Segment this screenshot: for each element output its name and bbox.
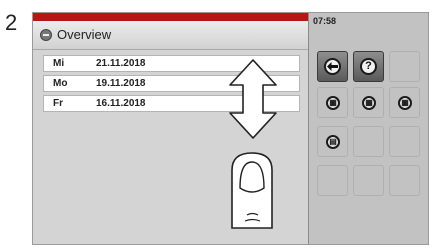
- empty-slot: [389, 126, 420, 157]
- entry-date: 19.11.2018: [96, 78, 146, 89]
- header-accent-bar: [33, 13, 308, 21]
- function-icon: ▤: [326, 135, 340, 149]
- button-panel: 07:58 ? ▦ ▦ ▦ ▤: [308, 13, 428, 244]
- back-button[interactable]: [317, 51, 348, 82]
- function-icon: ▦: [398, 96, 412, 110]
- empty-slot: [389, 165, 420, 196]
- entry-date: 21.11.2018: [96, 58, 146, 69]
- empty-slot: [389, 51, 420, 82]
- step-number: 2: [5, 10, 18, 35]
- list-item[interactable]: Fr 16.11.2018: [43, 95, 300, 112]
- back-arrow-icon: [324, 58, 341, 75]
- list-item[interactable]: Mi 21.11.2018: [43, 55, 300, 72]
- empty-slot: [353, 126, 384, 157]
- function-button-4[interactable]: ▤: [317, 126, 348, 157]
- device-screen: Overview Mi 21.11.2018 Mo 19.11.2018 Fr …: [32, 12, 429, 245]
- empty-slot: [353, 165, 384, 196]
- help-icon: ?: [360, 58, 377, 75]
- entries-list: Mi 21.11.2018 Mo 19.11.2018 Fr 16.11.201…: [43, 55, 300, 115]
- function-button-2[interactable]: ▦: [353, 87, 384, 118]
- function-button-3[interactable]: ▦: [389, 87, 420, 118]
- overview-panel: Overview Mi 21.11.2018 Mo 19.11.2018 Fr …: [33, 13, 308, 244]
- function-icon: ▦: [362, 96, 376, 110]
- help-button[interactable]: ?: [353, 51, 384, 82]
- entry-day: Mo: [53, 78, 68, 89]
- list-item[interactable]: Mo 19.11.2018: [43, 75, 300, 92]
- function-icon: ▦: [326, 96, 340, 110]
- entry-date: 16.11.2018: [96, 98, 146, 109]
- entry-day: Fr: [53, 98, 63, 109]
- minus-circle-icon: [40, 29, 52, 41]
- page-title: Overview: [57, 27, 112, 42]
- function-button-1[interactable]: ▦: [317, 87, 348, 118]
- entry-day: Mi: [53, 58, 65, 69]
- overview-title-bar: Overview: [33, 21, 308, 50]
- empty-slot: [317, 165, 348, 196]
- clock-display: 07:58: [313, 16, 337, 26]
